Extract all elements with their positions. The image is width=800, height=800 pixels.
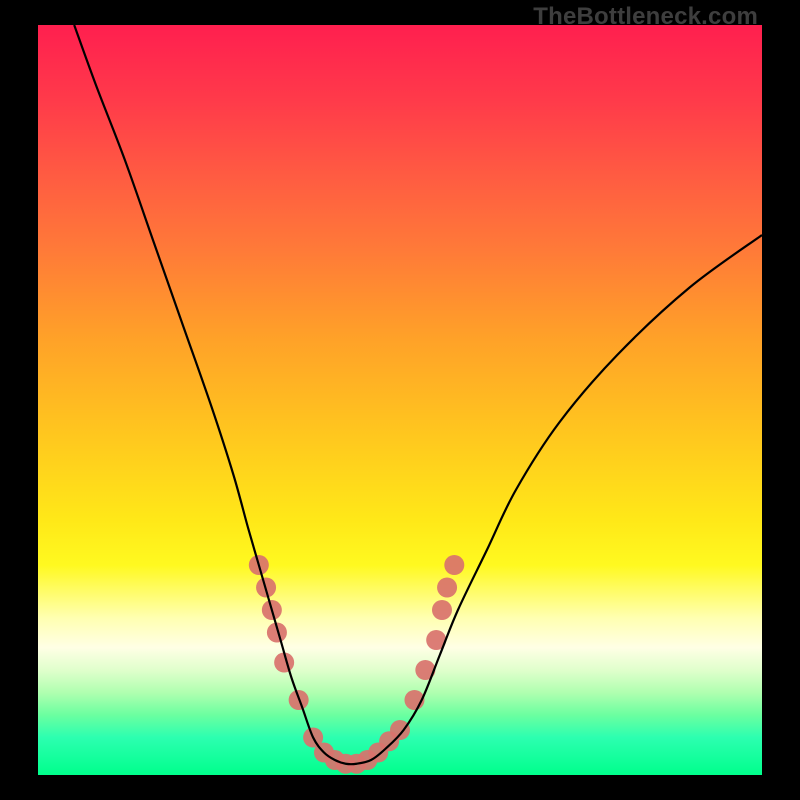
chart-container: TheBottleneck.com — [0, 0, 800, 800]
data-marker — [432, 600, 452, 620]
watermark-text: TheBottleneck.com — [533, 3, 758, 31]
bottleneck-curve — [74, 25, 762, 764]
data-marker — [437, 578, 457, 598]
data-marker — [390, 720, 410, 740]
curve-layer — [38, 25, 762, 775]
data-marker — [444, 555, 464, 575]
plot-area — [38, 25, 762, 775]
data-markers — [249, 555, 464, 774]
